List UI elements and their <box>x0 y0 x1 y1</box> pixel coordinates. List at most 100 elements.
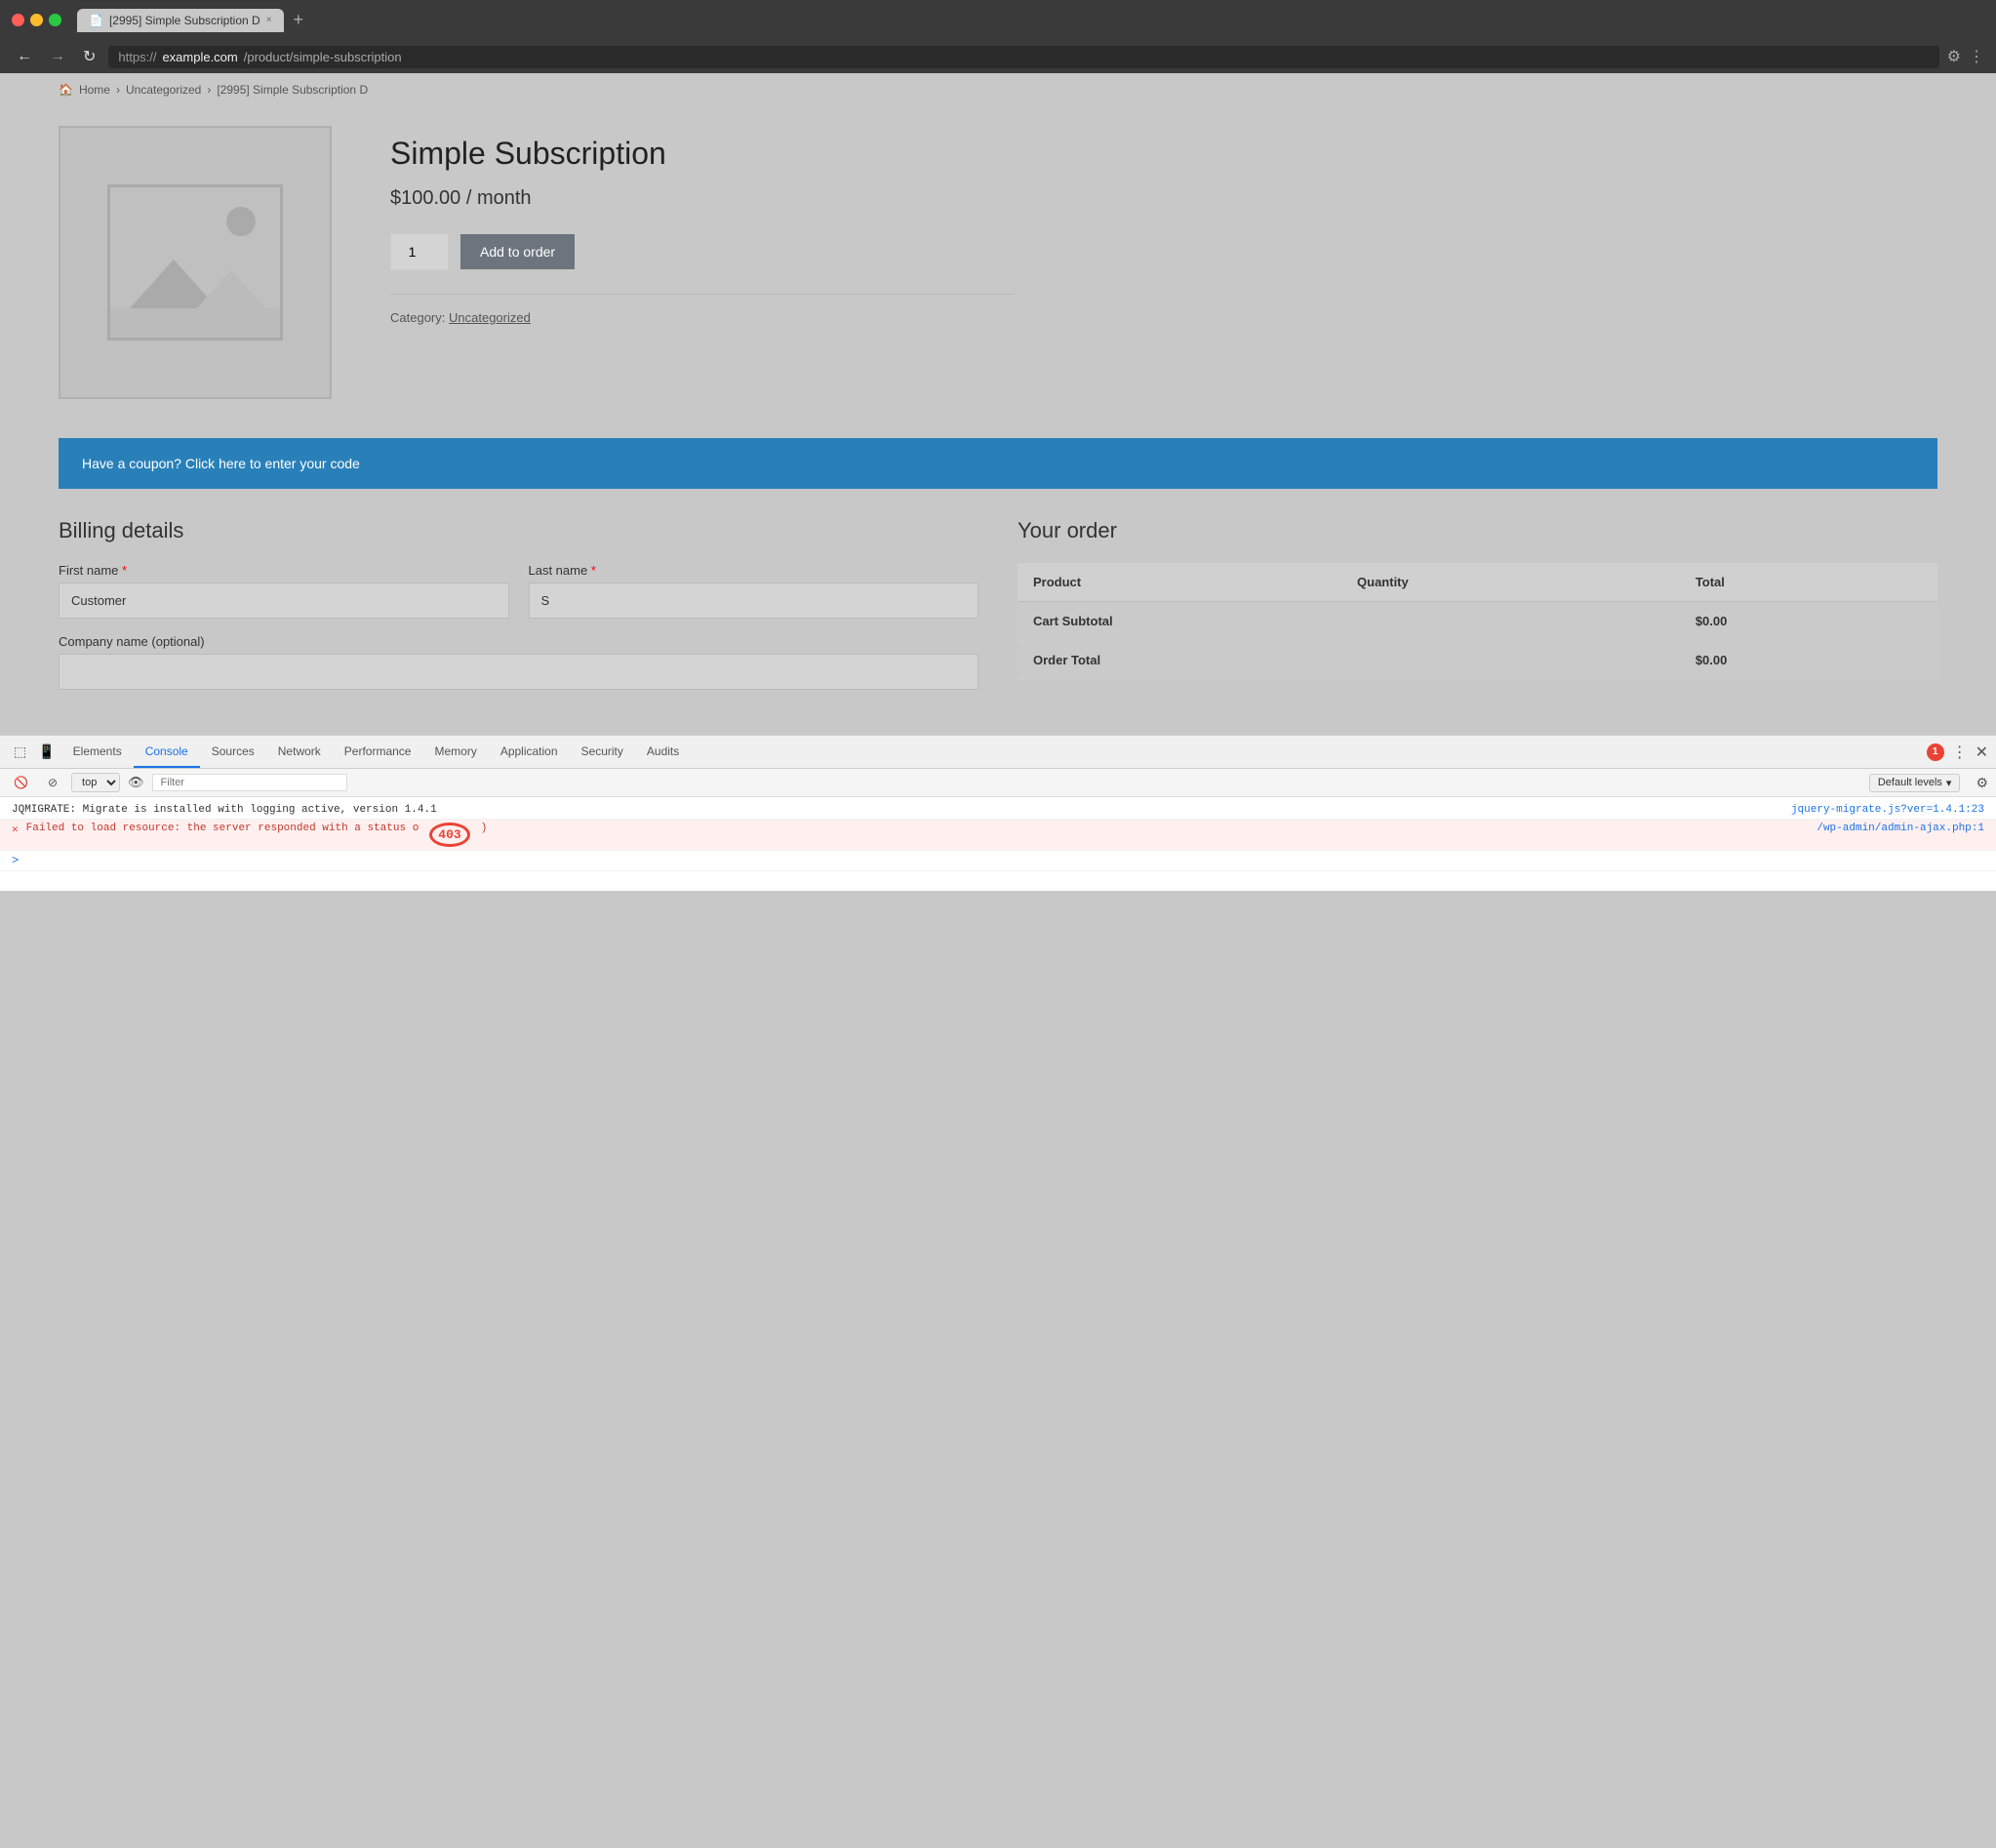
add-to-order-button[interactable]: Add to order <box>460 234 575 269</box>
console-line2-suffix: ) <box>481 823 488 834</box>
minimize-traffic-light[interactable] <box>30 14 43 26</box>
console-line-1: JQMIGRATE: Migrate is installed with log… <box>0 801 1996 820</box>
first-name-input[interactable] <box>59 583 509 619</box>
company-input[interactable] <box>59 654 978 690</box>
breadcrumb-home[interactable]: Home <box>79 83 110 97</box>
browser-nav-icons: ⚙ ⋮ <box>1947 47 1984 66</box>
close-traffic-light[interactable] <box>12 14 24 26</box>
clear-console-icon[interactable]: 🚫 <box>8 774 34 791</box>
error-count-badge: 1 <box>1927 743 1944 761</box>
console-line2-link[interactable]: /wp-admin/admin-ajax.php:1 <box>1816 823 1984 834</box>
console-prompt-line: > <box>0 851 1996 871</box>
tab-application[interactable]: Application <box>489 737 570 768</box>
tab-close-button[interactable]: × <box>266 15 272 25</box>
placeholder-mountain2 <box>197 269 265 308</box>
image-placeholder <box>60 128 330 397</box>
url-bar[interactable]: https:// example.com /product/simple-sub… <box>108 46 1938 68</box>
refresh-button[interactable]: ↻ <box>78 45 100 68</box>
devtools-mobile-icon[interactable]: 📱 <box>32 736 60 768</box>
tab-console[interactable]: Console <box>134 737 200 768</box>
address-bar: ← → ↻ https:// example.com /product/simp… <box>0 40 1996 73</box>
order-total-row: Order Total $0.00 <box>1018 641 1937 680</box>
col-product: Product <box>1018 563 1341 602</box>
active-tab[interactable]: 📄 [2995] Simple Subscription D × <box>77 9 284 32</box>
tab-bar: 📄 [2995] Simple Subscription D × + <box>77 8 1984 32</box>
product-image <box>59 126 332 399</box>
devtools-close-icon[interactable]: ✕ <box>1976 743 1988 762</box>
default-levels-dropdown[interactable]: Default levels ▾ <box>1869 774 1961 792</box>
cart-subtotal-value: $0.00 <box>1680 602 1937 641</box>
tab-icon: 📄 <box>89 14 103 27</box>
category-label: Category: <box>390 310 445 325</box>
order-total-value: $0.00 <box>1680 641 1937 680</box>
order-table: Product Quantity Total Cart Subtotal $0.… <box>1018 563 1937 680</box>
col-total: Total <box>1680 563 1937 602</box>
devtools-inspect-icon[interactable]: ⬚ <box>8 736 32 768</box>
order-total-label: Order Total <box>1018 641 1680 680</box>
company-row: Company name (optional) <box>59 634 978 690</box>
product-details: Simple Subscription $100.00 / month Add … <box>390 126 1015 325</box>
context-selector[interactable]: top <box>71 773 120 792</box>
name-row: First name * Last name * <box>59 563 978 619</box>
billing-details: Billing details First name * Last name * <box>59 518 978 705</box>
placeholder-frame <box>107 184 283 341</box>
product-section: Simple Subscription $100.00 / month Add … <box>0 106 1073 438</box>
coupon-banner[interactable]: Have a coupon? Click here to enter your … <box>59 438 1937 489</box>
cart-subtotal-label: Cart Subtotal <box>1018 602 1680 641</box>
price-period: / month <box>466 187 532 209</box>
product-area: Simple Subscription $100.00 / month Add … <box>0 106 1996 438</box>
billing-title: Billing details <box>59 518 978 543</box>
placeholder-sun <box>226 207 256 236</box>
last-name-group: Last name * <box>529 563 979 619</box>
devtools-icons: 1 ⋮ ✕ <box>1927 743 1988 762</box>
product-title: Simple Subscription <box>390 136 1015 172</box>
cart-subtotal-row: Cart Subtotal $0.00 <box>1018 602 1937 641</box>
stop-icon[interactable]: ⊘ <box>42 774 63 791</box>
maximize-traffic-light[interactable] <box>49 14 61 26</box>
tab-security[interactable]: Security <box>570 737 635 768</box>
console-output: JQMIGRATE: Migrate is installed with log… <box>0 797 1996 891</box>
devtools-more-icon[interactable]: ⋮ <box>1952 743 1968 762</box>
url-domain: example.com <box>162 50 237 64</box>
eye-icon[interactable]: 👁 <box>128 775 144 790</box>
devtools-toolbar: 🚫 ⊘ top 👁 Default levels ▾ ⚙ <box>0 769 1996 797</box>
console-line1-link[interactable]: jquery-migrate.js?ver=1.4.1:23 <box>1791 804 1984 816</box>
new-tab-button[interactable]: + <box>288 8 310 32</box>
url-protocol: https:// <box>118 50 156 64</box>
menu-icon[interactable]: ⋮ <box>1969 47 1984 66</box>
category-link[interactable]: Uncategorized <box>449 310 531 325</box>
first-name-label: First name * <box>59 563 509 578</box>
first-name-required: * <box>122 563 127 578</box>
page-content: 🏠 Home › Uncategorized › [2995] Simple S… <box>0 73 1996 735</box>
error-403-badge: 403 <box>429 823 469 847</box>
tab-audits[interactable]: Audits <box>635 737 691 768</box>
col-quantity: Quantity <box>1341 563 1680 602</box>
console-prompt[interactable]: > <box>12 854 19 867</box>
breadcrumb-uncategorized[interactable]: Uncategorized <box>126 83 201 97</box>
browser-chrome: 📄 [2995] Simple Subscription D × + ← → ↻… <box>0 0 1996 73</box>
last-name-label: Last name * <box>529 563 979 578</box>
company-label: Company name (optional) <box>59 634 978 649</box>
console-line-2: ✕ Failed to load resource: the server re… <box>0 820 1996 851</box>
titlebar: 📄 [2995] Simple Subscription D × + <box>0 0 1996 40</box>
console-line2-prefix: Failed to load resource: the server resp… <box>26 823 419 834</box>
tab-elements[interactable]: Elements <box>61 737 134 768</box>
forward-button[interactable]: → <box>45 46 70 67</box>
price-value: $100.00 <box>390 187 460 209</box>
url-path: /product/simple-subscription <box>244 50 402 64</box>
back-button[interactable]: ← <box>12 46 37 67</box>
tab-memory[interactable]: Memory <box>422 737 488 768</box>
home-icon: 🏠 <box>59 83 73 97</box>
last-name-input[interactable] <box>529 583 979 619</box>
tab-sources[interactable]: Sources <box>200 737 266 768</box>
error-icon: ✕ <box>12 823 19 836</box>
console-filter-input[interactable] <box>152 774 347 791</box>
devtools-panel: ⬚ 📱 Elements Console Sources Network Per… <box>0 735 1996 891</box>
checkout-section: Billing details First name * Last name * <box>0 518 1996 735</box>
quantity-input[interactable] <box>390 233 449 270</box>
tab-network[interactable]: Network <box>266 737 333 768</box>
extensions-icon[interactable]: ⚙ <box>1947 47 1961 66</box>
tab-performance[interactable]: Performance <box>333 737 423 768</box>
devtools-tab-bar: ⬚ 📱 Elements Console Sources Network Per… <box>0 736 1996 769</box>
settings-icon[interactable]: ⚙ <box>1976 775 1988 791</box>
